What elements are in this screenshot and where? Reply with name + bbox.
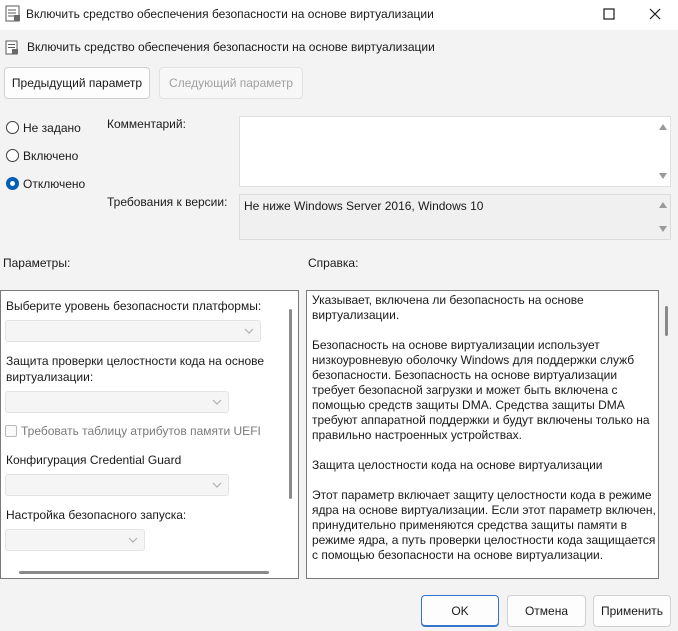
chevron-down-icon — [128, 537, 138, 543]
hvci-label-line1: Защита проверки целостности кода на осно… — [6, 354, 265, 368]
credential-guard-select[interactable] — [5, 474, 229, 496]
radio-disabled-label: Отключено — [23, 177, 86, 191]
help-paragraph: Безопасность на основе виртуализации исп… — [312, 338, 650, 442]
scroll-up-icon[interactable] — [659, 124, 667, 130]
help-panel: Указывает, включена ли безопасность на о… — [306, 290, 659, 579]
maximize-button[interactable] — [586, 0, 632, 30]
close-button[interactable] — [632, 0, 678, 30]
hvci-select[interactable] — [5, 391, 229, 413]
requirements-value: Не ниже Windows Server 2016, Windows 10 — [244, 199, 484, 213]
comment-scrollbar[interactable] — [656, 117, 670, 186]
policy-document-icon — [5, 5, 20, 22]
maximize-icon — [603, 8, 615, 20]
requirements-field: Не ниже Windows Server 2016, Windows 10 — [239, 194, 671, 240]
ok-button[interactable]: OK — [421, 595, 499, 627]
chevron-down-icon — [212, 399, 222, 405]
credential-guard-label: Конфигурация Credential Guard — [6, 453, 182, 467]
secure-launch-select[interactable] — [5, 529, 145, 551]
radio-enabled-circle[interactable] — [6, 149, 19, 162]
help-section-label: Справка: — [308, 256, 359, 270]
options-section-label: Параметры: — [3, 256, 71, 270]
radio-enabled[interactable]: Включено — [6, 148, 96, 164]
secure-launch-label: Настройка безопасного запуска: — [6, 508, 187, 522]
policy-title: Включить средство обеспечения безопаснос… — [27, 40, 435, 54]
title-bar: Включить средство обеспечения безопаснос… — [0, 0, 678, 30]
scroll-down-icon[interactable] — [659, 173, 667, 179]
platform-security-select[interactable] — [5, 320, 261, 342]
policy-header: Включить средство обеспечения безопаснос… — [0, 38, 678, 56]
hvci-label-line2: виртуализации: — [6, 370, 94, 384]
apply-button[interactable]: Применить — [593, 595, 671, 627]
platform-security-label: Выберите уровень безопасности платформы: — [6, 299, 262, 313]
radio-not-configured-label: Не задано — [23, 121, 81, 135]
scroll-up-icon[interactable] — [659, 202, 667, 208]
radio-disabled[interactable]: Отключено — [6, 176, 96, 192]
uefi-mat-checkbox[interactable] — [5, 425, 17, 437]
help-scrollbar-thumb[interactable] — [665, 306, 668, 336]
options-panel: Выберите уровень безопасности платформы:… — [0, 290, 299, 579]
options-vertical-scrollbar[interactable] — [289, 309, 292, 499]
requirements-scrollbar[interactable] — [656, 195, 670, 239]
chevron-down-icon — [244, 328, 254, 334]
uefi-mat-checkbox-label: Требовать таблицу атрибутов памяти UEFI — [21, 424, 261, 438]
close-icon — [649, 8, 661, 20]
help-paragraph: Этот параметр включает защиту целостност… — [312, 488, 656, 562]
radio-not-configured-circle[interactable] — [6, 121, 19, 134]
requirements-label: Требования к версии: — [107, 195, 228, 209]
previous-setting-button[interactable]: Предыдущий параметр — [4, 67, 150, 99]
chevron-down-icon — [212, 482, 222, 488]
help-text: Указывает, включена ли безопасность на о… — [312, 293, 657, 578]
policy-setting-icon — [5, 40, 18, 55]
options-horizontal-scrollbar[interactable] — [19, 571, 269, 574]
radio-not-configured[interactable]: Не задано — [6, 120, 96, 136]
cancel-button[interactable]: Отмена — [507, 595, 586, 627]
scroll-down-icon[interactable] — [659, 226, 667, 232]
radio-disabled-circle[interactable] — [6, 177, 19, 190]
window-title: Включить средство обеспечения безопаснос… — [26, 7, 434, 21]
radio-enabled-label: Включено — [23, 149, 79, 163]
comment-label: Комментарий: — [107, 117, 186, 131]
next-setting-button[interactable]: Следующий параметр — [159, 67, 303, 99]
help-paragraph: Защита целостности кода на основе виртуа… — [312, 458, 603, 472]
comment-textarea[interactable] — [239, 116, 671, 187]
help-paragraph: Указывает, включена ли безопасность на о… — [312, 293, 584, 322]
